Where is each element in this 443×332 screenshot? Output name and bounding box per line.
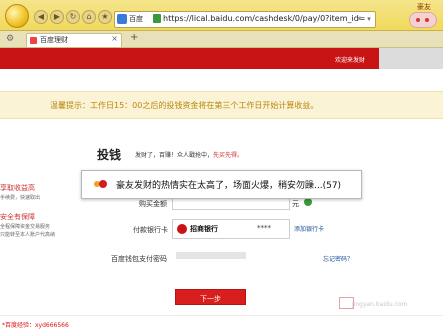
forward-icon[interactable]: ▶ — [50, 10, 64, 24]
close-icon[interactable]: × — [111, 34, 118, 43]
footer-text: *百度经验：xyd666566 — [2, 322, 69, 329]
new-tab-button[interactable]: + — [130, 32, 138, 43]
bank-name: 招商银行 — [190, 225, 218, 233]
side-heading-yield: 享取收益高 — [0, 184, 35, 192]
site-header: 欢迎来发财 — [0, 48, 443, 69]
tab-label: 百度理财 — [40, 36, 68, 44]
url-text[interactable]: https://lical.baidu.com/cashdesk/0/pay/0… — [163, 14, 366, 23]
unit-label: 元 — [292, 200, 299, 208]
favorite-icon[interactable]: ★ — [98, 10, 112, 24]
notice-text: 温馨提示：工作日15：00之后的投钱资金将在第三个工作日开始计算收益。 — [50, 101, 319, 110]
cmb-logo-icon — [177, 224, 187, 234]
forgot-password-link[interactable]: 忘记密码？ — [323, 254, 353, 263]
header-right-panel — [379, 48, 443, 69]
lock-icon — [153, 14, 161, 23]
footer: *百度经验：xyd666566 — [0, 315, 443, 332]
page-subtitle: 发财了，百赚！众人戳抢中，先买先得。 — [135, 150, 243, 159]
cloud-icon — [409, 12, 437, 28]
home-icon[interactable]: ⌂ — [82, 10, 96, 24]
browser-logo-icon[interactable] — [5, 4, 29, 28]
loading-dot-icon — [99, 180, 107, 188]
mascot: 豪友 — [399, 0, 439, 30]
password-input[interactable] — [176, 252, 246, 259]
watermark-text: jingyan.baidu.com — [352, 301, 408, 308]
chevron-down-icon[interactable]: ▾ — [365, 15, 373, 23]
side-text-account: 只能转至本人账户代高纳 — [0, 232, 56, 238]
side-heading-security: 安全有保障 — [0, 213, 35, 221]
bank-label: 付款银行卡 — [133, 226, 168, 234]
bank-card-mask: **** — [257, 224, 271, 232]
bank-card-select[interactable]: 招商银行 **** — [172, 219, 290, 239]
mascot-label: 豪友 — [417, 3, 431, 11]
back-icon[interactable]: ◀ — [34, 10, 48, 24]
side-text-guarantee: 全程保障资金交易服务 — [0, 224, 51, 230]
tab-baidu-licai[interactable]: 百度理财 × — [26, 33, 122, 47]
gear-icon[interactable]: ⚙ — [6, 34, 16, 44]
tab-bar: ⚙ 百度理财 × + — [0, 31, 443, 48]
welcome-text: 欢迎来发财 — [334, 57, 365, 64]
browser-toolbar: ◀ ▶ ↻ ⌂ ★ 百度 https://lical.baidu.com/cas… — [0, 0, 443, 31]
dot-icon — [425, 18, 429, 22]
address-bar[interactable]: 百度 https://lical.baidu.com/cashdesk/0/pa… — [114, 11, 376, 28]
subtitle-text: 发财了，百赚！众人戳抢中， — [135, 152, 214, 159]
toast-message: 豪友发财的热情实在太高了，场面火爆，稍安勿躁...(57) — [81, 170, 362, 199]
next-button[interactable]: 下一步 — [175, 289, 246, 305]
notice-bar: 温馨提示：工作日15：00之后的投钱资金将在第三个工作日开始计算收益。 — [0, 91, 443, 119]
shield-icon — [117, 14, 127, 24]
side-text-fee: 手续费，快速取出 — [0, 195, 41, 201]
password-label: 百度钱包支付密码 — [111, 255, 167, 263]
page-title: 投钱 — [97, 148, 122, 162]
toast-text: 豪友发财的热情实在太高了，场面火爆，稍安勿躁...(57) — [116, 181, 342, 191]
site-badge: 百度 — [129, 15, 143, 23]
amount-label: 购买金额 — [139, 200, 167, 208]
add-bank-link[interactable]: 添加银行卡 — [294, 224, 324, 233]
baidu-favicon-icon — [30, 37, 37, 44]
dot-icon — [416, 18, 420, 22]
check-icon — [304, 198, 312, 206]
lightning-icon[interactable]: ⚡ — [355, 15, 363, 23]
subtitle-link[interactable]: 先买先得。 — [213, 152, 243, 159]
refresh-icon[interactable]: ↻ — [66, 10, 80, 24]
